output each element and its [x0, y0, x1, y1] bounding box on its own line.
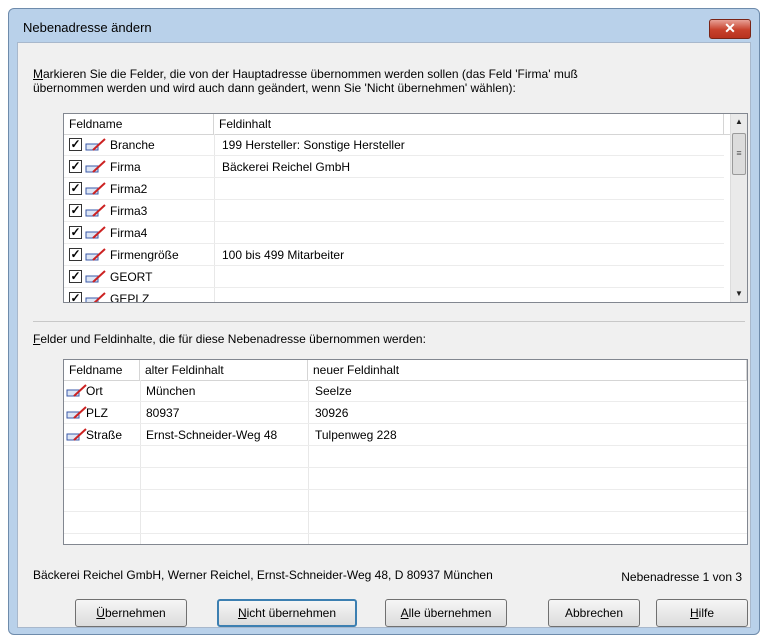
checkbox-icon[interactable]: ✓ — [69, 292, 82, 302]
checkbox-icon[interactable]: ✓ — [69, 182, 82, 195]
fields-list-header: Feldname Feldinhalt — [64, 114, 747, 135]
field-value: 199 Hersteller: Sonstige Hersteller — [222, 138, 405, 152]
close-icon: ✕ — [724, 20, 736, 36]
field-value: 100 bis 499 Mitarbeiter — [222, 248, 345, 262]
new-value: 30926 — [315, 406, 349, 420]
list-item[interactable]: ✓ Firma Bäckerei Reichel GmbH — [64, 156, 724, 178]
scroll-down-icon[interactable]: ▼ — [731, 286, 747, 302]
column-header-alter-feldinhalt[interactable]: alter Feldinhalt — [140, 360, 308, 380]
dialog-client-area: Markieren Sie die Felder, die von der Ha… — [17, 42, 751, 628]
title-bar[interactable]: Nebenadresse ändern ✕ — [9, 9, 759, 41]
scroll-thumb[interactable]: ≡ — [732, 133, 746, 175]
reject-button[interactable]: Nicht übernehmen — [217, 599, 357, 627]
field-name: Firma — [110, 160, 141, 174]
list-item[interactable]: ✓ Firma3 — [64, 200, 724, 222]
table-row[interactable]: PLZ 80937 30926 — [64, 402, 747, 424]
pen-icon — [66, 428, 87, 441]
pen-icon — [66, 384, 87, 397]
checkbox-icon[interactable]: ✓ — [69, 226, 82, 239]
column-header-neuer-feldinhalt[interactable]: neuer Feldinhalt — [308, 360, 747, 380]
table-row[interactable]: Ort München Seelze — [64, 380, 747, 402]
changes-list-header: Feldname alter Feldinhalt neuer Feldinha… — [64, 360, 747, 381]
fields-list[interactable]: Feldname Feldinhalt ✓ Branche 199 Herste… — [63, 113, 748, 303]
empty-row — [64, 490, 747, 512]
checkbox-icon[interactable]: ✓ — [69, 204, 82, 217]
empty-row — [64, 512, 747, 534]
accept-button[interactable]: Übernehmen — [75, 599, 187, 627]
pen-icon — [85, 226, 106, 239]
field-name: Firma4 — [110, 226, 148, 240]
instruction-text: Markieren Sie die Felder, die von der Ha… — [33, 67, 578, 95]
field-name: Straße — [86, 428, 123, 442]
column-header-feldname[interactable]: Feldname — [64, 114, 214, 134]
section2-label: Felder und Feldinhalte, die für diese Ne… — [33, 332, 426, 346]
pen-icon — [85, 138, 106, 151]
checkbox-icon[interactable]: ✓ — [69, 248, 82, 261]
field-name: PLZ — [86, 406, 109, 420]
column-header-feldinhalt[interactable]: Feldinhalt — [214, 114, 724, 134]
table-row[interactable]: Straße Ernst-Schneider-Weg 48 Tulpenweg … — [64, 424, 747, 446]
address-counter: Nebenadresse 1 von 3 — [621, 570, 742, 584]
old-value: 80937 — [146, 406, 180, 420]
field-name: Branche — [110, 138, 155, 152]
new-value: Seelze — [315, 384, 352, 398]
list-item[interactable]: ✓ Branche 199 Hersteller: Sonstige Herst… — [64, 134, 724, 156]
field-name: Firma3 — [110, 204, 148, 218]
field-name: Ort — [86, 384, 103, 398]
checkbox-icon[interactable]: ✓ — [69, 160, 82, 173]
empty-row — [64, 468, 747, 490]
accept-all-button[interactable]: Alle übernehmen — [385, 599, 507, 627]
vertical-scrollbar[interactable]: ▲ ≡ ▼ — [730, 114, 747, 302]
field-name: Firmengröße — [110, 248, 179, 262]
new-value: Tulpenweg 228 — [315, 428, 397, 442]
dialog-window: Nebenadresse ändern ✕ Markieren Sie die … — [8, 8, 760, 635]
list-item[interactable]: ✓ Firma2 — [64, 178, 724, 200]
changes-list[interactable]: Feldname alter Feldinhalt neuer Feldinha… — [63, 359, 748, 545]
empty-row — [64, 446, 747, 468]
list-item[interactable]: ✓ Firma4 — [64, 222, 724, 244]
column-header-feldname[interactable]: Feldname — [64, 360, 140, 380]
close-button[interactable]: ✕ — [709, 19, 751, 39]
list-item[interactable]: ✓ GEORT — [64, 266, 724, 288]
section-divider — [33, 321, 745, 322]
checkbox-icon[interactable]: ✓ — [69, 270, 82, 283]
pen-icon — [85, 204, 106, 217]
old-value: Ernst-Schneider-Weg 48 — [146, 428, 278, 442]
window-title: Nebenadresse ändern — [23, 20, 152, 35]
field-name: GEPLZ — [110, 292, 150, 303]
list-item[interactable]: ✓ GEPLZ — [64, 288, 724, 303]
pen-icon — [85, 292, 106, 302]
pen-icon — [85, 248, 106, 261]
field-name: Firma2 — [110, 182, 148, 196]
pen-icon — [85, 160, 106, 173]
pen-icon — [85, 270, 106, 283]
old-value: München — [146, 384, 196, 398]
help-button[interactable]: Hilfe — [656, 599, 748, 627]
checkbox-icon[interactable]: ✓ — [69, 138, 82, 151]
address-summary: Bäckerei Reichel GmbH, Werner Reichel, E… — [33, 568, 493, 582]
scroll-up-icon[interactable]: ▲ — [731, 114, 747, 130]
cancel-button[interactable]: Abbrechen — [548, 599, 640, 627]
pen-icon — [66, 406, 87, 419]
list-item[interactable]: ✓ Firmengröße 100 bis 499 Mitarbeiter — [64, 244, 724, 266]
pen-icon — [85, 182, 106, 195]
field-name: GEORT — [110, 270, 153, 284]
field-value: Bäckerei Reichel GmbH — [222, 160, 351, 174]
